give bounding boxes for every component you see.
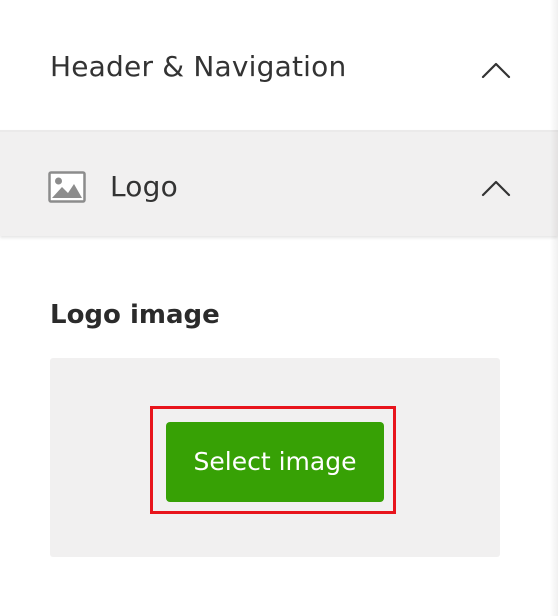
settings-panel: Header & Navigation Logo Logo image Sele… — [0, 0, 558, 616]
chevron-up-icon[interactable] — [480, 178, 512, 198]
logo-image-label: Logo image — [50, 300, 220, 330]
subsection-header-logo[interactable]: Logo — [0, 130, 558, 236]
chevron-up-icon[interactable] — [480, 60, 512, 80]
section-title: Header & Navigation — [50, 50, 347, 83]
select-image-button[interactable]: Select image — [166, 422, 384, 502]
subsection-title: Logo — [110, 170, 178, 203]
image-icon — [48, 171, 86, 203]
section-header-navigation[interactable]: Header & Navigation — [0, 0, 558, 128]
